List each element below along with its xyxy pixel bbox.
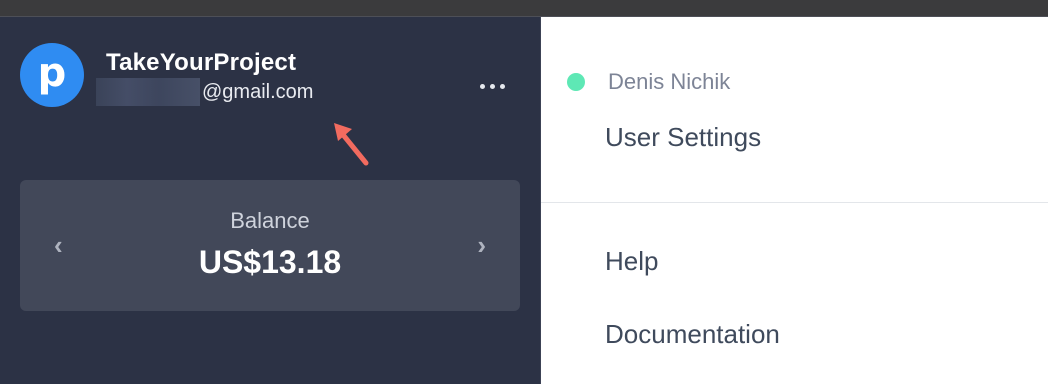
- menu-item-documentation[interactable]: Documentation: [605, 319, 780, 350]
- balance-label: Balance: [230, 208, 310, 233]
- user-dropdown-menu: Denis Nichik User Settings Help Document…: [541, 17, 1048, 384]
- window-top-bar: [0, 0, 1048, 17]
- more-menu-button[interactable]: [480, 84, 505, 89]
- sidebar: p TakeYourProject @gmail.com ‹ Balance U…: [0, 17, 541, 384]
- annotation-arrow-icon: [334, 123, 369, 166]
- more-horizontal-icon: [480, 84, 485, 89]
- menu-item-help[interactable]: Help: [605, 246, 658, 277]
- balance-value: US$13.18: [198, 244, 342, 280]
- redacted-email-user: [96, 78, 200, 106]
- user-name: Denis Nichik: [608, 69, 731, 94]
- org-avatar[interactable]: p: [20, 43, 84, 107]
- menu-divider: [541, 202, 1048, 203]
- online-status-icon: [567, 73, 585, 91]
- more-horizontal-icon-dot: [500, 84, 505, 89]
- org-name: TakeYourProject: [106, 49, 297, 76]
- email-domain: @gmail.com: [202, 80, 314, 103]
- more-horizontal-icon-dot: [490, 84, 495, 89]
- chevron-right-icon[interactable]: ›: [477, 230, 486, 261]
- balance-card: ‹ Balance US$13.18 ›: [20, 180, 520, 311]
- account-email: @gmail.com: [96, 77, 313, 107]
- menu-item-user-settings[interactable]: User Settings: [605, 122, 761, 153]
